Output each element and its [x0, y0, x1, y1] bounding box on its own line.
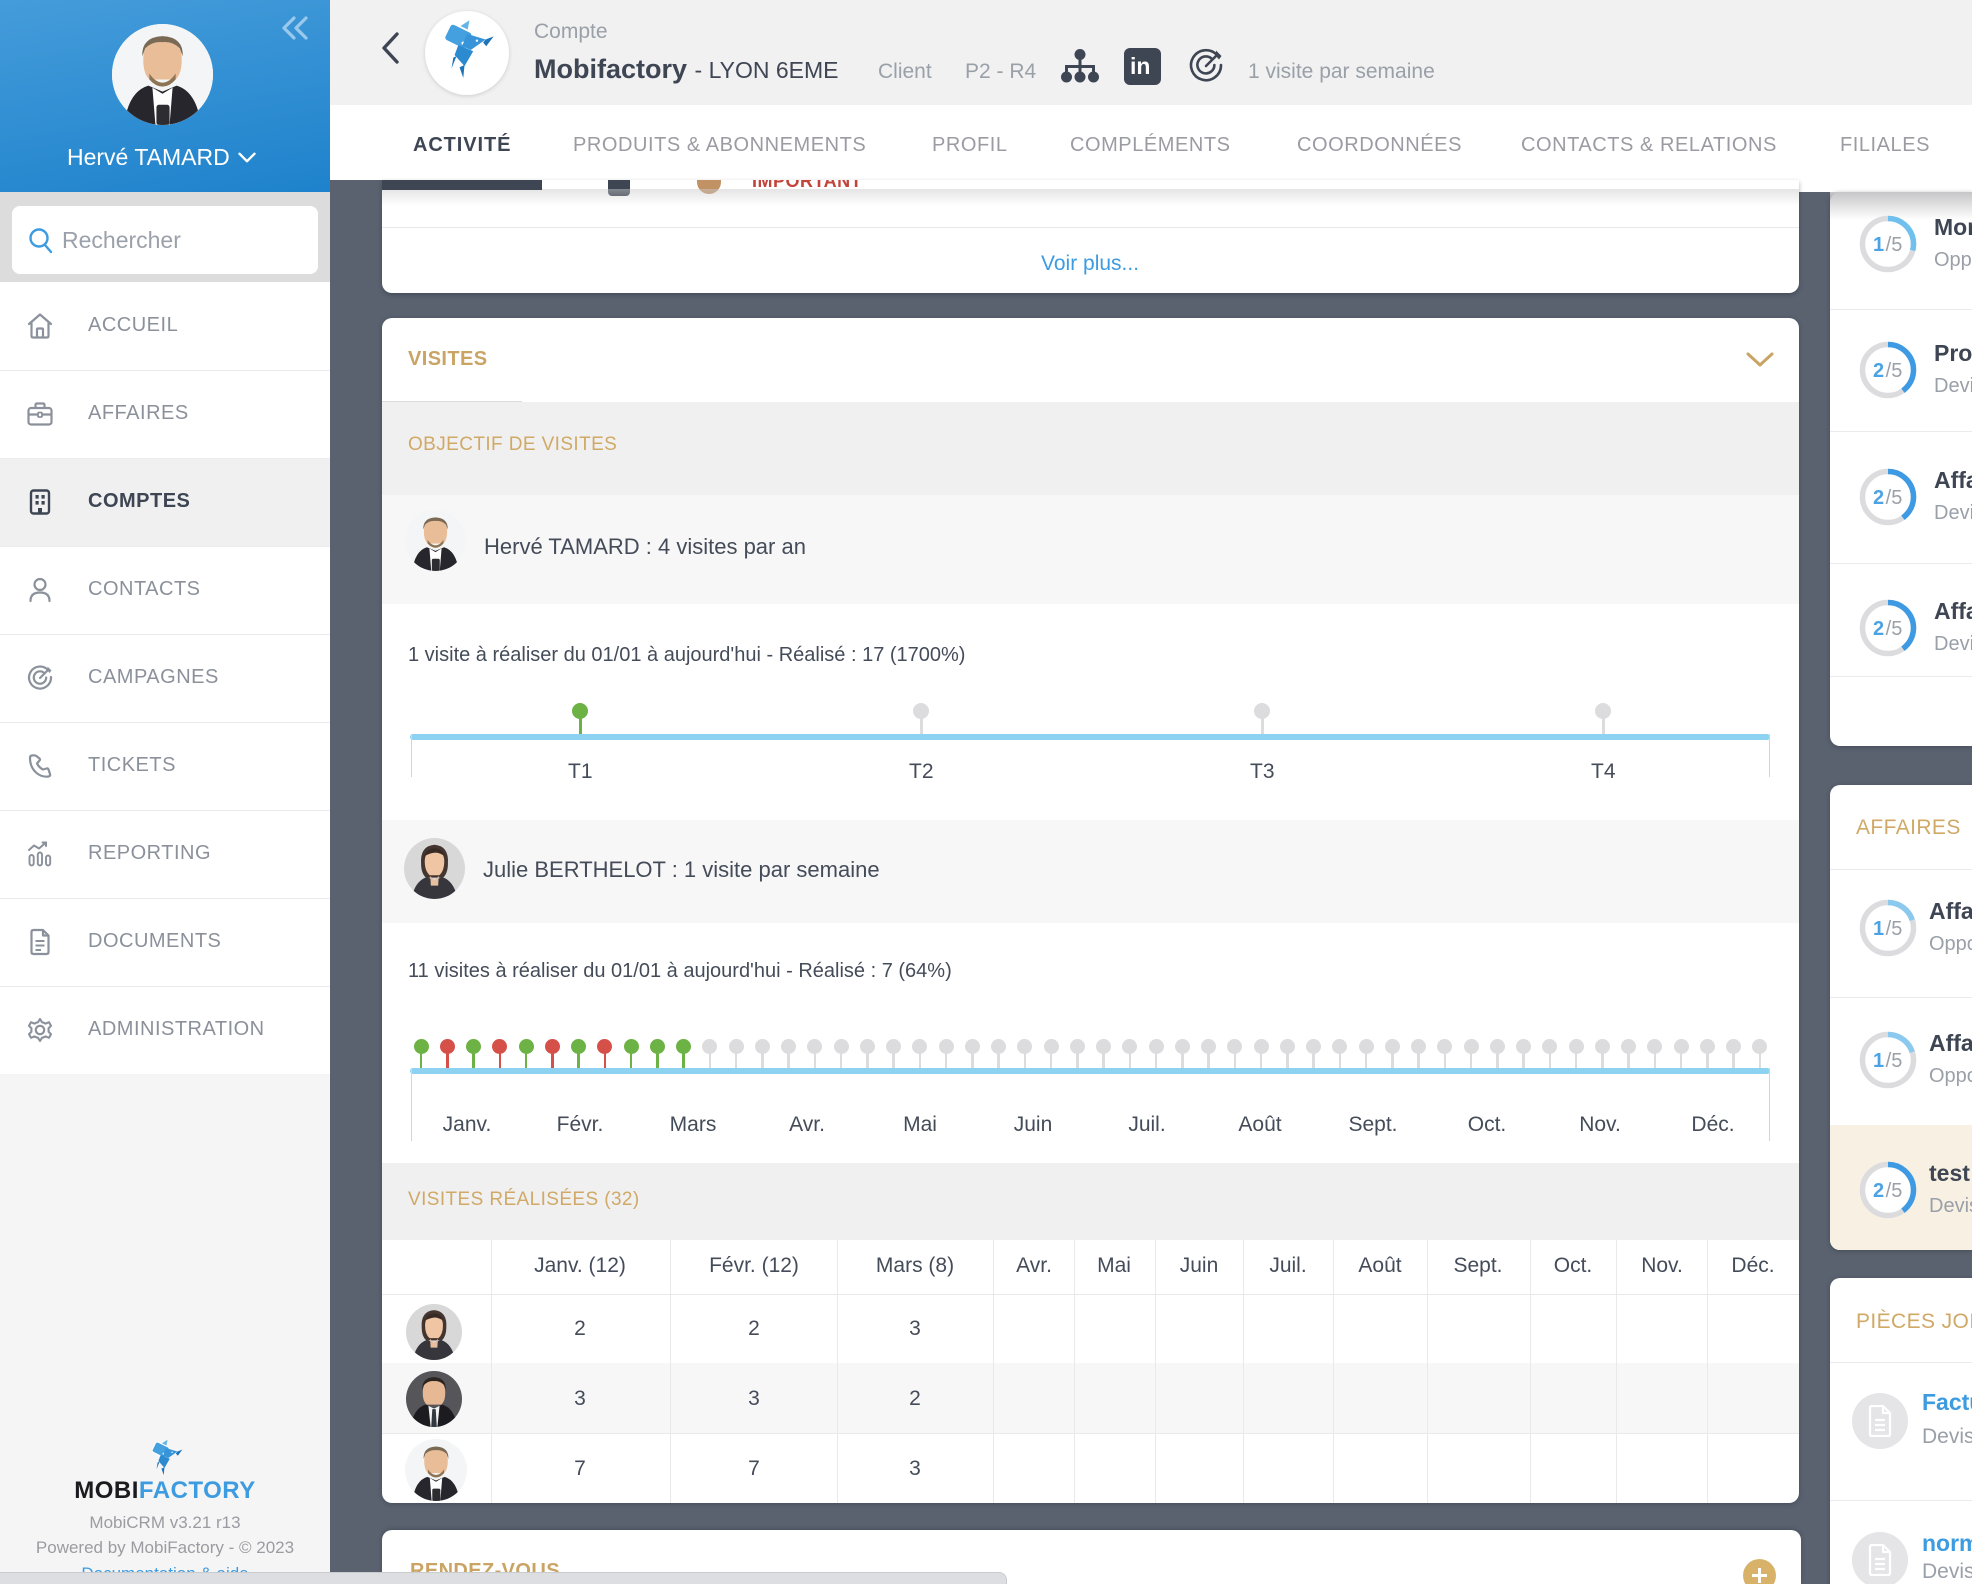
- svg-text:1: 1: [1873, 1050, 1884, 1072]
- svg-text:2: 2: [1873, 487, 1884, 509]
- svg-text:/5: /5: [1886, 1050, 1903, 1072]
- svg-text:/5: /5: [1886, 360, 1903, 382]
- svg-text:2: 2: [1873, 618, 1884, 640]
- svg-text:/5: /5: [1886, 487, 1903, 509]
- svg-text:/5: /5: [1886, 1180, 1903, 1202]
- svg-text:/5: /5: [1886, 234, 1903, 256]
- svg-text:2: 2: [1873, 1180, 1884, 1202]
- svg-text:1: 1: [1873, 918, 1884, 940]
- svg-text:2: 2: [1873, 360, 1884, 382]
- svg-text:1: 1: [1873, 234, 1884, 256]
- svg-text:/5: /5: [1886, 918, 1903, 940]
- svg-text:/5: /5: [1886, 618, 1903, 640]
